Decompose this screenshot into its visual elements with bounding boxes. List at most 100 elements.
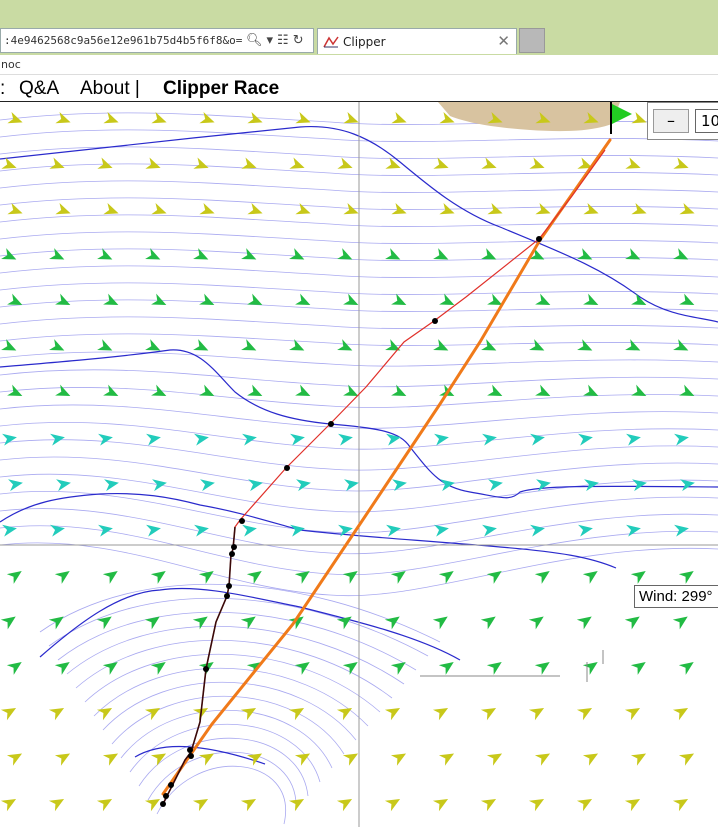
wind-arrow [384, 799, 401, 812]
position-dot [536, 236, 542, 242]
wind-arrow [246, 570, 262, 584]
zoom-level-field[interactable]: 10 [695, 109, 718, 133]
wind-arrow [481, 339, 497, 351]
wind-arrow [150, 570, 166, 584]
wind-arrow [96, 799, 113, 812]
wind-arrow [680, 479, 695, 492]
wind-arrow [48, 799, 65, 812]
wind-arrow [481, 157, 497, 169]
isobar-line [102, 681, 357, 741]
wind-arrow [198, 570, 214, 584]
wind-arrow [433, 157, 449, 169]
wind-arrow [241, 339, 257, 351]
wind-arrow [294, 661, 310, 675]
race-map[interactable] [0, 102, 718, 827]
wind-arrow [482, 433, 497, 446]
compat-view-icon[interactable]: ☷ [277, 33, 289, 48]
wind-arrow [151, 293, 167, 305]
wind-arrow [241, 248, 257, 260]
wind-arrow [391, 384, 407, 396]
browser-tab[interactable]: Clipper ✕ [317, 28, 517, 54]
site-menu-bar: : Q&A About | Clipper Race [0, 75, 718, 102]
wind-arrow [631, 384, 647, 396]
wind-arrow [576, 708, 593, 721]
flag-icon [612, 104, 632, 124]
new-tab-button[interactable] [519, 28, 545, 53]
wind-arrow [384, 708, 401, 721]
wind-arrow [151, 384, 167, 396]
position-dot [239, 518, 245, 524]
wind-arrow [391, 202, 407, 215]
wind-arrow [194, 524, 209, 537]
land-patch [438, 102, 620, 132]
menu-item-qa[interactable]: Q&A [19, 78, 59, 100]
wind-arrow [576, 616, 592, 630]
wind-arrow [672, 616, 688, 630]
wind-arrow [674, 433, 689, 446]
close-tab-icon[interactable]: ✕ [497, 32, 510, 50]
wind-arrow [342, 661, 358, 675]
wind-arrow [385, 157, 401, 169]
wind-arrow [55, 384, 71, 396]
wind-arrow [193, 339, 209, 351]
wind-arrow [146, 433, 161, 446]
finish-flag [610, 102, 632, 134]
wind-arrow [344, 479, 359, 492]
boat-track-red [162, 149, 606, 805]
wind-arrow [390, 570, 406, 584]
wind-arrow [438, 753, 455, 766]
wind-arrow [678, 661, 694, 675]
wind-arrow [583, 202, 599, 215]
wind-arrow [390, 661, 406, 675]
wind-arrow [54, 753, 71, 766]
wind-arrow [144, 616, 160, 630]
address-url[interactable]: :4e9462568c9a56e12e961b75d4b5f6f8&o=4&w [1, 34, 242, 47]
wind-arrow [337, 157, 353, 169]
wind-arrow [582, 570, 598, 584]
wind-arrow [97, 248, 113, 260]
refresh-icon[interactable]: ↻ [293, 33, 304, 48]
wind-arrow [290, 433, 305, 446]
address-bar[interactable]: :4e9462568c9a56e12e961b75d4b5f6f8&o=4&w … [0, 28, 314, 53]
wind-arrow [486, 570, 502, 584]
wind-arrow [480, 799, 497, 812]
search-icon[interactable]: 🔍︎ [246, 33, 263, 48]
wind-arrow [54, 661, 70, 675]
wind-arrow [247, 202, 263, 215]
wind-arrow [624, 616, 640, 630]
dropdown-icon[interactable]: ▾ [267, 33, 274, 48]
wind-arrow [50, 524, 65, 537]
wind-arrow [98, 524, 113, 537]
wind-arrow [390, 753, 407, 766]
wind-arrow [529, 157, 545, 169]
wind-arrow [247, 111, 263, 124]
wind-arrow [342, 570, 358, 584]
wind-arrow [534, 753, 551, 766]
race-map-canvas[interactable] [0, 102, 718, 827]
position-dot [231, 544, 237, 550]
wind-arrow [488, 479, 503, 492]
favorites-bar: noc [0, 55, 718, 75]
wind-arrow [2, 524, 17, 537]
wind-arrow [146, 524, 161, 537]
wind-arrow [7, 202, 23, 215]
wind-arrow [248, 479, 263, 492]
wind-arrow [294, 570, 310, 584]
wind-arrow [440, 479, 455, 492]
wind-arrow [578, 524, 593, 537]
menu-item-about[interactable]: About | [80, 78, 140, 100]
wind-arrow [288, 799, 305, 812]
clipper-favicon-icon [323, 36, 339, 47]
position-dot [432, 318, 438, 324]
wind-arrow [432, 799, 449, 812]
zoom-out-button[interactable]: – [653, 109, 689, 133]
wind-arrow [438, 661, 454, 675]
wind-arrow [295, 384, 311, 396]
favorites-link[interactable]: noc [1, 58, 21, 71]
wind-arrow [481, 248, 497, 260]
menu-item-fragment[interactable]: : [0, 78, 5, 100]
wind-readout: Wind: 299° [634, 585, 718, 608]
wind-arrow [624, 799, 641, 812]
wind-arrow [384, 616, 400, 630]
wind-arrow [582, 661, 598, 675]
